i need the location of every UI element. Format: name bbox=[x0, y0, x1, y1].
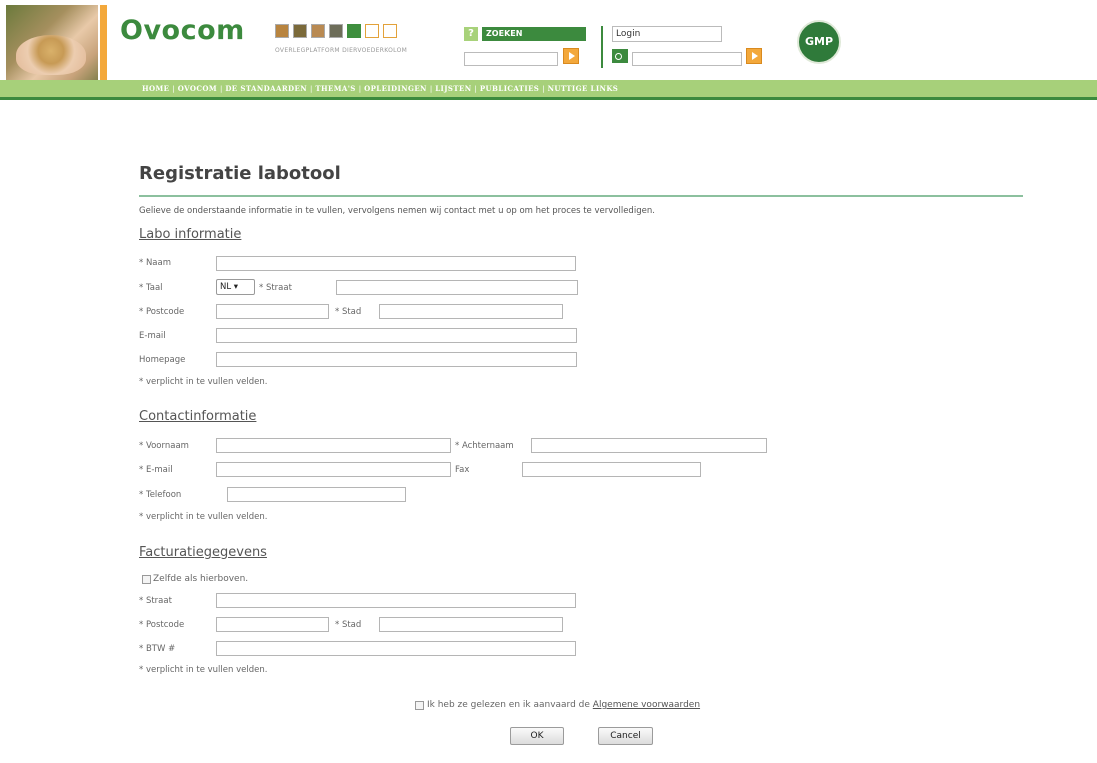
billing-straat-input[interactable] bbox=[216, 593, 576, 608]
folder-icon[interactable] bbox=[383, 24, 397, 38]
nav-nuttige-links[interactable]: NUTTIGE LINKS bbox=[545, 84, 622, 93]
straat-input[interactable] bbox=[336, 280, 578, 295]
page-title: Registratie labotool bbox=[139, 163, 341, 184]
billing-stad-label: * Stad bbox=[335, 620, 362, 630]
stad-label: * Stad bbox=[335, 307, 362, 317]
contact-email-label: * E-mail bbox=[139, 465, 173, 475]
postcode-label: * Postcode bbox=[139, 307, 185, 317]
postcode-input[interactable] bbox=[216, 304, 329, 319]
login-input[interactable]: Login bbox=[612, 26, 722, 42]
nav-standaarden[interactable]: DE STANDAARDEN bbox=[222, 84, 310, 93]
nav-lijsten[interactable]: LIJSTEN bbox=[432, 84, 474, 93]
nav-publicaties[interactable]: PUBLICATIES bbox=[477, 84, 542, 93]
section-billing-heading: Facturatiegegevens bbox=[139, 545, 267, 560]
fax-input[interactable] bbox=[522, 462, 701, 477]
nav-underline bbox=[0, 97, 1097, 100]
key-icon bbox=[612, 49, 628, 63]
nav-themas[interactable]: THEMA'S bbox=[312, 84, 358, 93]
same-as-above-label: Zelfde als hierboven. bbox=[153, 574, 249, 584]
nav-ovocom[interactable]: OVOCOM bbox=[175, 84, 220, 93]
search-go-button[interactable] bbox=[563, 48, 579, 64]
site-tagline: OVERLEGPLATFORM DIERVOEDERKOLOM bbox=[275, 47, 408, 54]
gmp-logo[interactable]: GMP bbox=[797, 20, 841, 64]
email-input[interactable] bbox=[216, 328, 577, 343]
billing-straat-label: * Straat bbox=[139, 596, 172, 606]
same-as-above-checkbox[interactable] bbox=[142, 575, 151, 584]
voornaam-label: * Voornaam bbox=[139, 441, 189, 451]
title-divider bbox=[139, 195, 1023, 197]
agree-label: Ik heb ze gelezen en ik aanvaard de Alge… bbox=[427, 700, 701, 710]
btw-input[interactable] bbox=[216, 641, 576, 656]
login-go-button[interactable] bbox=[746, 48, 762, 64]
intro-text: Gelieve de onderstaande informatie in te… bbox=[139, 206, 655, 216]
naam-label: * Naam bbox=[139, 258, 172, 268]
category-icon-3[interactable] bbox=[311, 24, 325, 38]
homepage-input[interactable] bbox=[216, 352, 577, 367]
chart-icon[interactable] bbox=[347, 24, 361, 38]
search-input[interactable] bbox=[464, 52, 558, 66]
achternaam-label: * Achternaam bbox=[455, 441, 514, 451]
btw-label: * BTW # bbox=[139, 644, 176, 654]
straat-label: * Straat bbox=[259, 283, 292, 293]
telefoon-input[interactable] bbox=[227, 487, 406, 502]
password-input[interactable] bbox=[632, 52, 742, 66]
header-divider bbox=[601, 26, 603, 68]
site-header: Ovocom OVERLEGPLATFORM DIERVOEDERKOLOM ?… bbox=[0, 0, 1097, 100]
ok-button[interactable]: OK bbox=[510, 727, 564, 745]
category-icon-2[interactable] bbox=[293, 24, 307, 38]
billing-postcode-input[interactable] bbox=[216, 617, 329, 632]
billing-postcode-label: * Postcode bbox=[139, 620, 185, 630]
voornaam-input[interactable] bbox=[216, 438, 451, 453]
naam-input[interactable] bbox=[216, 256, 576, 271]
search-label: ZOEKEN bbox=[482, 27, 586, 41]
achternaam-input[interactable] bbox=[531, 438, 767, 453]
terms-link[interactable]: Algemene voorwaarden bbox=[593, 700, 700, 710]
required-note: * verplicht in te vullen velden. bbox=[139, 377, 268, 387]
email-label: E-mail bbox=[139, 331, 166, 341]
fax-label: Fax bbox=[455, 465, 470, 475]
category-icon-4[interactable] bbox=[329, 24, 343, 38]
billing-stad-input[interactable] bbox=[379, 617, 563, 632]
homepage-label: Homepage bbox=[139, 355, 186, 365]
stad-input[interactable] bbox=[379, 304, 563, 319]
category-icons bbox=[275, 24, 397, 38]
required-note: * verplicht in te vullen velden. bbox=[139, 512, 268, 522]
doc-icon[interactable] bbox=[365, 24, 379, 38]
cancel-button[interactable]: Cancel bbox=[598, 727, 653, 745]
telefoon-label: * Telefoon bbox=[139, 490, 182, 500]
category-icon-1[interactable] bbox=[275, 24, 289, 38]
nav-home[interactable]: HOME bbox=[139, 84, 172, 93]
section-contact-heading: Contactinformatie bbox=[139, 409, 257, 424]
help-icon[interactable]: ? bbox=[464, 27, 478, 41]
main-nav: HOME | OVOCOM | DE STANDAARDEN | THEMA'S… bbox=[0, 80, 1097, 97]
taal-label: * Taal bbox=[139, 283, 163, 293]
agree-checkbox[interactable] bbox=[415, 701, 424, 710]
contact-email-input[interactable] bbox=[216, 462, 451, 477]
section-labo-heading: Labo informatie bbox=[139, 227, 242, 242]
site-logo[interactable]: Ovocom bbox=[120, 15, 245, 46]
nav-opleidingen[interactable]: OPLEIDINGEN bbox=[361, 84, 430, 93]
required-note: * verplicht in te vullen velden. bbox=[139, 665, 268, 675]
taal-select[interactable]: NL ▾ bbox=[216, 279, 255, 295]
